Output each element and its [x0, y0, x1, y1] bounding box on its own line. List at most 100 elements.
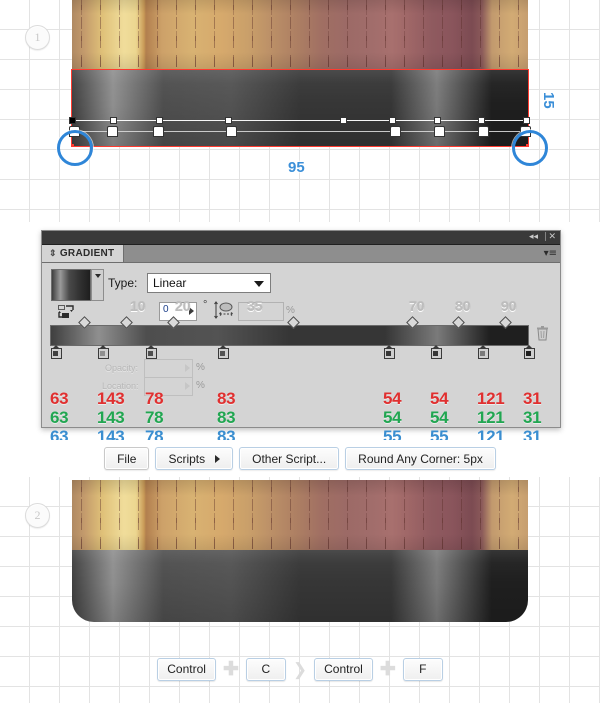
dimension-width-label: 95: [288, 159, 305, 176]
rounded-dark-gradient-shape: [72, 550, 528, 622]
close-panel-icon[interactable]: ✕: [548, 232, 556, 243]
location-percent-symbol: %: [196, 380, 205, 391]
stepper-arrow-icon[interactable]: [185, 364, 190, 372]
stop-location-label: 80: [455, 298, 471, 314]
delete-stop-icon[interactable]: [536, 326, 549, 341]
annotator-stop[interactable]: [390, 126, 401, 137]
stop-g-value: 78: [145, 408, 164, 427]
stop-g-value: 63: [50, 408, 69, 427]
stop-color-chip: [526, 351, 531, 356]
gradient-stop-handle[interactable]: [225, 117, 232, 124]
gradient-color-stop[interactable]: [51, 345, 62, 359]
panel-grip-icon: ⇕: [49, 248, 57, 258]
stop-r-value: 31: [523, 389, 542, 408]
tab-gradient-label: GRADIENT: [59, 248, 115, 259]
gradient-annotator-line: [73, 120, 525, 121]
stop-g-value: 31: [523, 408, 542, 427]
gradient-color-stop[interactable]: [431, 345, 442, 359]
plus-icon: ✚: [222, 658, 239, 680]
chevron-down-icon: [254, 281, 264, 287]
menu-item-round-any-corner-5px[interactable]: Round Any Corner: 5px: [345, 447, 496, 470]
menu-item-scripts[interactable]: Scripts: [155, 447, 234, 470]
dark-gradient-vertical-shade: [72, 550, 528, 622]
stop-g-value: 54: [430, 408, 449, 427]
stepper-arrow-icon[interactable]: [185, 382, 190, 390]
stop-location-label: 20: [175, 298, 191, 314]
stop-g-value: 143: [97, 408, 125, 427]
wood-plank-artwork-2: [72, 480, 528, 552]
aspect-percent-symbol: %: [286, 305, 295, 316]
annotator-stop[interactable]: [478, 126, 489, 137]
dark-gradient-vertical-shade: [72, 70, 528, 146]
stop-r-value: 78: [145, 389, 164, 408]
gradient-stop-handle[interactable]: [110, 117, 117, 124]
shortcut-key-c[interactable]: C: [245, 657, 286, 681]
gradient-color-stop[interactable]: [384, 345, 395, 359]
stop-r-value: 83: [217, 389, 236, 408]
stop-color-chip: [53, 351, 58, 356]
opacity-percent-symbol: %: [196, 362, 205, 373]
gradient-type-select[interactable]: Linear: [147, 273, 271, 293]
tab-gradient[interactable]: ⇕ GRADIENT: [42, 245, 125, 262]
artboard-step-1: 1 95 15: [0, 0, 600, 222]
gradient-annotator-stops-line: [73, 131, 525, 132]
gradient-preset-dropdown[interactable]: [91, 269, 104, 301]
gradient-stop-handle[interactable]: [389, 117, 396, 124]
menu-item-label: Other Script...: [252, 451, 327, 466]
menu-item-label: Round Any Corner: 5px: [358, 451, 483, 466]
menu-item-file[interactable]: File: [104, 447, 150, 470]
annotator-stop[interactable]: [434, 126, 445, 137]
live-corner-widget-right[interactable]: [512, 130, 548, 166]
panel-menu-icon[interactable]: ▾≡: [544, 248, 557, 259]
gradient-stop-handle[interactable]: [340, 117, 347, 124]
gradient-color-stop[interactable]: [524, 345, 535, 359]
stop-g-value: 121: [477, 408, 505, 427]
gradient-color-stop[interactable]: [218, 345, 229, 359]
annotator-stop[interactable]: [153, 126, 164, 137]
stop-r-value: 63: [50, 389, 69, 408]
reverse-gradient-icon[interactable]: [58, 305, 74, 319]
gradient-type-value: Linear: [153, 276, 187, 290]
gradient-stop-handle[interactable]: [478, 117, 485, 124]
chevron-down-icon: [95, 274, 101, 278]
gradient-angle-value: 0: [163, 304, 169, 315]
gradient-swatch-preview[interactable]: [51, 269, 91, 301]
gradient-color-stop[interactable]: [478, 345, 489, 359]
shortcut-key-control-2[interactable]: Control: [314, 657, 373, 681]
corner-anchor-point: [71, 144, 74, 147]
live-corner-widget-left[interactable]: [57, 130, 93, 166]
wood-plank-artwork: [72, 0, 528, 70]
stop-r-value: 143: [97, 389, 125, 408]
stop-location-label: 10: [130, 298, 146, 314]
annotator-stop[interactable]: [226, 126, 237, 137]
gradient-start-handle[interactable]: [69, 117, 76, 124]
chevron-right-icon: [215, 454, 221, 463]
type-label: Type:: [108, 276, 138, 290]
gradient-panel[interactable]: ◂◂ | ✕ ⇕ GRADIENT ▾≡ Type: Linear 0 ° % …: [41, 230, 561, 457]
opacity-input[interactable]: [144, 359, 193, 378]
collapse-panel-icon[interactable]: ◂◂: [529, 232, 538, 243]
stop-color-chip: [220, 351, 225, 356]
degree-symbol: °: [203, 299, 208, 311]
gradient-stop-handle[interactable]: [156, 117, 163, 124]
canvas-divider-top: [0, 222, 600, 230]
gradient-color-stop[interactable]: [146, 345, 157, 359]
annotator-stop[interactable]: [107, 126, 118, 137]
stop-g-value: 54: [383, 408, 402, 427]
shortcut-key-control-1[interactable]: Control: [157, 657, 216, 681]
stop-color-chip: [148, 351, 153, 356]
gradient-end-handle[interactable]: [523, 117, 530, 124]
menu-item-label: File: [117, 451, 137, 466]
shortcut-key-f[interactable]: F: [402, 657, 443, 681]
wood-shading-overlay: [72, 480, 528, 552]
stop-g-value: 83: [217, 408, 236, 427]
menu-item-other-script[interactable]: Other Script...: [239, 447, 340, 470]
gradient-color-stop[interactable]: [98, 345, 109, 359]
gradient-stop-handle[interactable]: [434, 117, 441, 124]
corner-anchor-point: [526, 144, 529, 147]
keyboard-shortcut-row: Control ✚ C ❯ Control ✚ F: [0, 652, 600, 686]
panel-titlebar: ◂◂ | ✕: [42, 231, 560, 245]
stop-location-label: 35: [247, 298, 263, 314]
stop-color-chip: [386, 351, 391, 356]
stop-location-label: 90: [501, 298, 517, 314]
